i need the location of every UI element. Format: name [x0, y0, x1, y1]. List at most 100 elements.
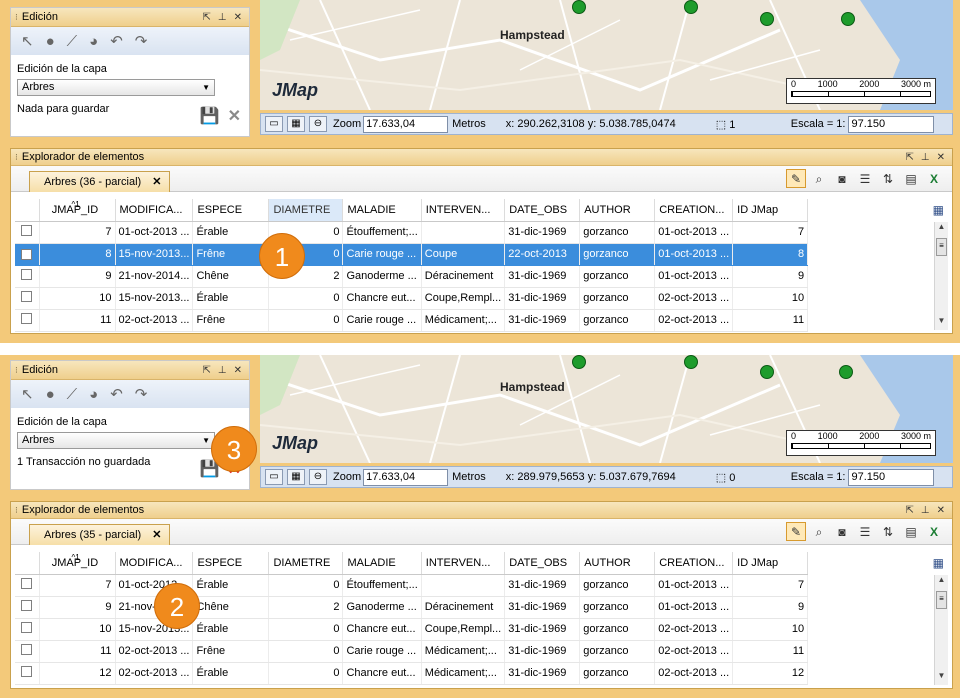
row-checkbox[interactable]	[21, 666, 33, 677]
list-icon[interactable]: ☰	[855, 169, 875, 188]
pin-icon[interactable]: ⊥	[218, 12, 227, 23]
table-cell[interactable]: Étouffement;...	[342, 574, 422, 597]
table-cell[interactable]: Médicament;...	[421, 640, 506, 663]
save-icon[interactable]: 💾	[200, 106, 220, 126]
tree-icon[interactable]	[839, 365, 853, 379]
table-cell[interactable]: 31-dic-1969	[504, 221, 581, 244]
table-cell[interactable]: 31-dic-1969	[504, 640, 581, 663]
close-icon[interactable]: ✕	[234, 12, 242, 23]
grid-menu-icon[interactable]: ▦	[933, 203, 944, 217]
table-cell[interactable]: gorzanco	[579, 309, 656, 332]
table-cell[interactable]	[421, 221, 506, 244]
column-header-diametre[interactable]: DIAMETRE	[268, 199, 344, 222]
tree-icon[interactable]	[760, 365, 774, 379]
layers-icon[interactable]: ▦	[287, 469, 305, 485]
theme-icon[interactable]: ◙	[832, 169, 852, 188]
table-cell[interactable]: 8	[732, 243, 809, 266]
table-icon[interactable]: ▤	[901, 169, 921, 188]
layers-icon[interactable]: ▦	[287, 116, 305, 132]
map-view[interactable]: Hampstead JMap 0 1000 2000 3000 m	[260, 0, 953, 110]
column-header[interactable]: INTERVEN...	[421, 199, 506, 222]
search-icon[interactable]: ⌕	[809, 169, 829, 188]
table-row[interactable]: 11 02-oct-2013 ... Frêne 0 Carie rouge ... Mé…	[15, 640, 809, 663]
table-cell[interactable]: Érable	[192, 662, 270, 685]
polygon-icon[interactable]: ◕	[89, 33, 98, 50]
row-checkbox[interactable]	[21, 622, 33, 633]
table-cell[interactable]: 0	[268, 618, 344, 641]
undock-icon[interactable]: ⇱	[906, 152, 914, 163]
table-cell[interactable]: 02-oct-2013 ...	[654, 287, 734, 310]
scroll-down-icon[interactable]: ▼	[935, 316, 948, 330]
table-cell[interactable]: Déracinement	[421, 596, 506, 619]
scroll-up-icon[interactable]: ▲	[935, 575, 948, 589]
table-cell[interactable]: Coupe,Rempl...	[421, 618, 506, 641]
search-icon[interactable]: ⌕	[809, 522, 829, 541]
select-arrow-icon[interactable]: ↖	[21, 32, 34, 50]
table-cell[interactable]: Érable	[192, 287, 270, 310]
table-cell[interactable]: 31-dic-1969	[504, 287, 581, 310]
line-icon[interactable]: ⟋	[67, 33, 78, 50]
table-cell[interactable]: gorzanco	[579, 662, 656, 685]
table-scrollbar[interactable]: ▲ ≡ ▼	[934, 575, 948, 685]
scale-field[interactable]: 97.150	[848, 115, 935, 133]
table-cell[interactable]: 22-oct-2013	[504, 243, 581, 266]
list-icon[interactable]: ☰	[855, 522, 875, 541]
tab-close-icon[interactable]: ✕	[152, 176, 161, 188]
excel-icon[interactable]: X	[924, 169, 944, 188]
table-cell[interactable]: Carie rouge ...	[342, 309, 422, 332]
table-cell[interactable]: Frêne	[192, 640, 270, 663]
table-cell[interactable]: 7	[39, 574, 116, 597]
table-cell[interactable]: 10	[732, 618, 809, 641]
measure-icon[interactable]: ⊖	[309, 116, 327, 132]
table-cell[interactable]: Étouffement;...	[342, 221, 422, 244]
layer-select[interactable]: Arbres ▼	[17, 432, 215, 449]
table-row[interactable]: ✓ 8 15-nov-2013... Frêne 0 Carie rouge ... Cou…	[15, 243, 809, 266]
row-checkbox[interactable]	[21, 644, 33, 655]
redo-icon[interactable]: ↷	[135, 32, 148, 50]
edit-pencil-icon[interactable]: ✎	[786, 169, 806, 188]
table-cell[interactable]: Chêne	[192, 596, 270, 619]
scale-field[interactable]: 97.150	[848, 468, 935, 486]
column-header-jmap-id[interactable]: ^1 JMAP_ID	[39, 199, 116, 222]
table-row[interactable]: 11 02-oct-2013 ... Frêne 0 Carie rouge ... Mé…	[15, 309, 809, 332]
layer-select[interactable]: Arbres ▼	[17, 79, 215, 96]
redo-icon[interactable]: ↷	[135, 385, 148, 403]
column-header[interactable]: CREATION...	[654, 199, 734, 222]
table-cell[interactable]: 8	[39, 243, 116, 266]
tree-icon[interactable]	[684, 355, 698, 369]
tab-close-icon[interactable]: ✕	[152, 529, 161, 541]
column-header[interactable]: ID JMap	[732, 552, 809, 575]
table-cell[interactable]: 9	[732, 596, 809, 619]
scroll-up-icon[interactable]: ▲	[935, 222, 948, 236]
edit-pencil-icon[interactable]: ✎	[786, 522, 806, 541]
column-header[interactable]: ESPECE	[192, 552, 270, 575]
table-cell[interactable]: Carie rouge ...	[342, 243, 422, 266]
table-cell[interactable]: 31-dic-1969	[504, 309, 581, 332]
table-cell[interactable]: 0	[268, 287, 344, 310]
table-cell[interactable]: 31-dic-1969	[504, 265, 581, 288]
table-cell[interactable]: 0	[268, 309, 344, 332]
table-cell[interactable]: gorzanco	[579, 243, 656, 266]
scroll-down-icon[interactable]: ▼	[935, 671, 948, 685]
table-cell[interactable]: 7	[732, 221, 809, 244]
table-cell[interactable]: Érable	[192, 574, 270, 597]
row-checkbox[interactable]	[21, 291, 33, 302]
close-icon[interactable]: ✕	[937, 152, 945, 163]
zoom-extent-icon[interactable]: ▭	[265, 116, 283, 132]
table-cell[interactable]: Chancre eut...	[342, 618, 422, 641]
table-cell[interactable]: 15-nov-2013...	[115, 287, 194, 310]
table-cell[interactable]: 7	[732, 574, 809, 597]
table-cell[interactable]: Médicament;...	[421, 309, 506, 332]
close-icon[interactable]: ✕	[234, 365, 242, 376]
zoom-field[interactable]: 17.633,04	[363, 468, 449, 486]
column-header[interactable]: DIAMETRE	[268, 552, 344, 575]
scroll-thumb[interactable]: ≡	[936, 591, 947, 609]
zoom-extent-icon[interactable]: ▭	[265, 469, 283, 485]
table-cell[interactable]: Ganoderme ...	[342, 265, 422, 288]
table-cell[interactable]: 01-oct-2013 ...	[654, 596, 734, 619]
column-header-jmap-id[interactable]: ^1 JMAP_ID	[39, 552, 116, 575]
column-header[interactable]: AUTHOR	[579, 552, 656, 575]
table-cell[interactable]: gorzanco	[579, 640, 656, 663]
table-cell[interactable]: 31-dic-1969	[504, 618, 581, 641]
sort-icon[interactable]: ⇅	[878, 522, 898, 541]
